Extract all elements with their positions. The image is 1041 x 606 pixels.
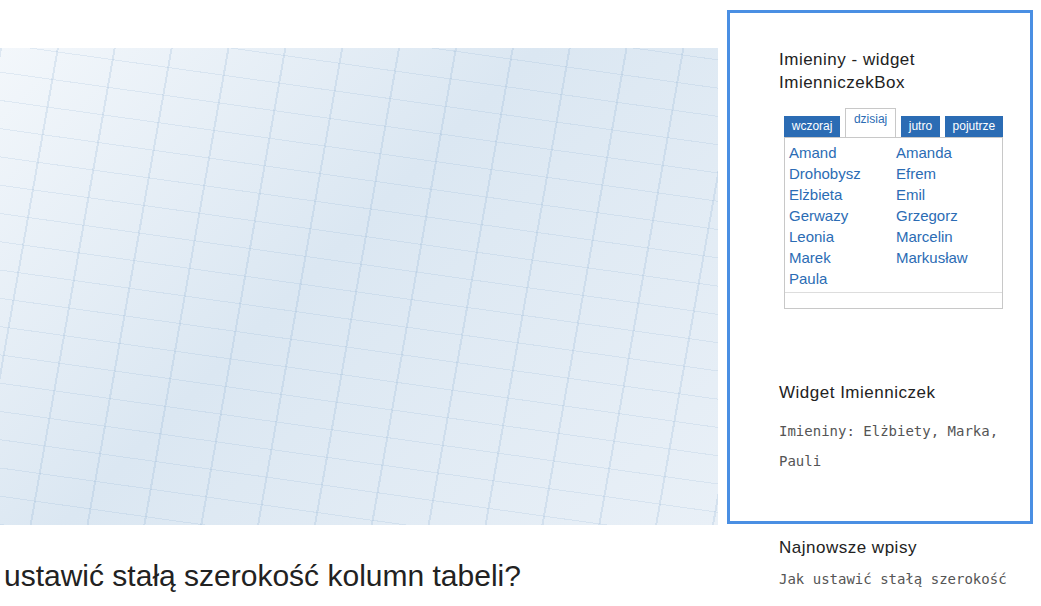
name-link[interactable]: Markusław (896, 247, 1003, 268)
article-photo (0, 48, 718, 525)
name-link[interactable]: Drohobysz (789, 163, 896, 184)
name-link[interactable]: Paula (789, 268, 896, 289)
article-heading[interactable]: ustawić stałą szerokość kolumn tabeli? (4, 559, 718, 593)
widget-title: Widget Imienniczek (779, 381, 1010, 404)
name-link[interactable]: Marcelin (896, 226, 1003, 247)
name-link[interactable]: Leonia (789, 226, 896, 247)
sidebar: Imieniny - widget ImienniczekBox wczorajd… (727, 0, 1033, 606)
recent-post-link[interactable]: Jak ustawić stałą szerokość (779, 571, 1033, 587)
widget-title: Najnowsze wpisy (779, 536, 1033, 559)
name-link[interactable]: Emil (896, 184, 1003, 205)
name-link[interactable]: Efrem (896, 163, 1003, 184)
tab[interactable]: jutro (901, 116, 940, 137)
name-link[interactable]: Amanda (896, 142, 1003, 163)
tab[interactable]: pojutrze (945, 116, 1003, 137)
article: ustawić stałą szerokość kolumn tabeli? (0, 0, 718, 606)
recent-posts: Najnowsze wpisy Jak ustawić stałą szeroko… (727, 524, 1033, 587)
highlight-panel: Imieniny - widget ImienniczekBox wczorajd… (727, 10, 1033, 524)
tab[interactable]: wczoraj (784, 116, 840, 137)
page: ustawić stałą szerokość kolumn tabeli? Im… (0, 0, 1041, 606)
name-link[interactable]: Elżbieta (789, 184, 896, 205)
names-panel: AmandAmandaDrohobyszEfremElżbietaEmilGer… (784, 137, 1003, 309)
widget-text: Imieniny: Elżbiety, Marka, Pauli (779, 416, 1010, 476)
widget-title: Imieniny - widget ImienniczekBox (779, 48, 1010, 94)
name-link[interactable]: Grzegorz (896, 205, 1003, 226)
names-footer (785, 292, 1002, 308)
name-link[interactable]: Amand (789, 142, 896, 163)
names-list: AmandAmandaDrohobyszEfremElżbietaEmilGer… (789, 142, 1002, 289)
tab-bar: wczorajdzisiajjutropojutrze (784, 108, 1003, 137)
tab[interactable]: dzisiaj (845, 108, 896, 137)
name-link[interactable]: Marek (789, 247, 896, 268)
name-link[interactable]: Gerwazy (789, 205, 896, 226)
